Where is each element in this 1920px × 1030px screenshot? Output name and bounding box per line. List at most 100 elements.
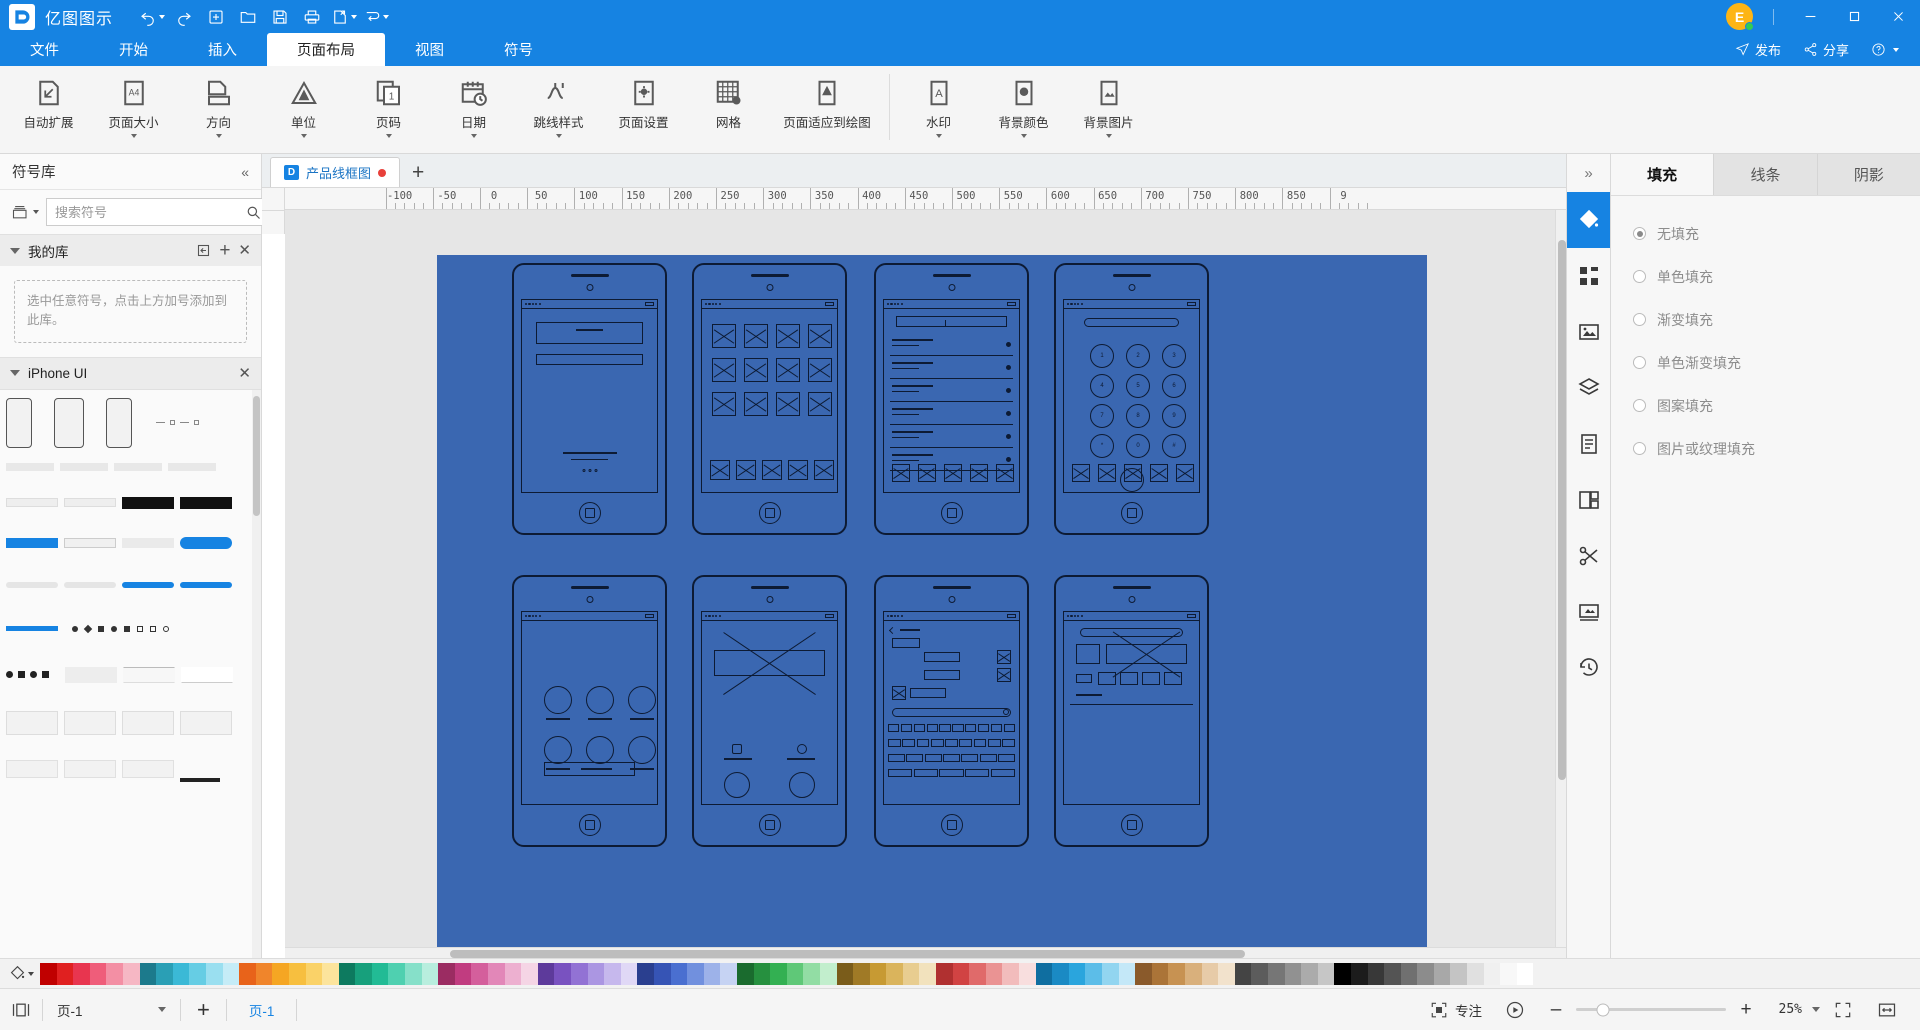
color-swatch[interactable] bbox=[687, 962, 704, 985]
color-swatch[interactable] bbox=[255, 962, 273, 985]
page-tab-active[interactable]: 页-1 bbox=[227, 1000, 297, 1020]
save-button[interactable] bbox=[265, 4, 295, 30]
tabbar-icon[interactable] bbox=[1124, 464, 1142, 482]
search-input[interactable] bbox=[47, 204, 239, 220]
color-swatch[interactable] bbox=[571, 962, 588, 985]
color-swatch[interactable] bbox=[1467, 962, 1484, 985]
keyboard-key[interactable] bbox=[930, 739, 944, 747]
symbol-segment-2[interactable] bbox=[64, 537, 116, 548]
color-swatch[interactable] bbox=[770, 962, 787, 985]
keyboard-key[interactable] bbox=[888, 724, 900, 732]
image-tool[interactable] bbox=[1567, 304, 1611, 360]
color-swatch[interactable] bbox=[1184, 962, 1202, 985]
customize-button[interactable] bbox=[361, 4, 391, 30]
tab-fill[interactable]: 填充 bbox=[1611, 154, 1715, 195]
ribbon-orientation[interactable]: 方向 bbox=[176, 66, 261, 150]
export-button[interactable] bbox=[329, 4, 359, 30]
color-swatch[interactable] bbox=[670, 962, 688, 985]
send-icon[interactable] bbox=[1003, 709, 1009, 715]
help-button[interactable] bbox=[1862, 38, 1908, 61]
color-swatch[interactable] bbox=[587, 962, 605, 985]
menu-item-page-layout[interactable]: 页面布局 bbox=[267, 33, 385, 66]
color-swatch[interactable] bbox=[869, 962, 887, 985]
keyboard-key[interactable] bbox=[902, 739, 915, 747]
keyboard-key[interactable] bbox=[965, 724, 977, 732]
symbol-keyboard[interactable] bbox=[6, 759, 58, 778]
maximize-button[interactable] bbox=[1832, 0, 1876, 33]
gallery-tag[interactable] bbox=[1076, 674, 1092, 683]
symbol-slider-filled[interactable] bbox=[122, 581, 174, 588]
color-swatch[interactable] bbox=[488, 962, 505, 985]
keyboard-key[interactable] bbox=[965, 769, 990, 777]
grid-image-placeholder[interactable] bbox=[712, 392, 736, 416]
color-swatch[interactable] bbox=[620, 962, 638, 985]
chat-bubble-in-2[interactable] bbox=[910, 688, 946, 698]
color-swatch[interactable] bbox=[1135, 962, 1152, 985]
keyboard-key[interactable] bbox=[939, 769, 964, 777]
ribbon-watermark[interactable]: A 水印 bbox=[896, 66, 981, 150]
add-tab-button[interactable]: + bbox=[400, 159, 436, 187]
dial-key-3[interactable]: 3 bbox=[1162, 344, 1186, 368]
color-swatch[interactable] bbox=[720, 962, 737, 985]
chat-bubble-out[interactable] bbox=[924, 652, 960, 662]
collapse-left-icon[interactable]: « bbox=[241, 164, 249, 180]
zoom-out-button[interactable]: – bbox=[1546, 1000, 1566, 1019]
color-swatch[interactable] bbox=[471, 962, 489, 985]
color-swatch[interactable] bbox=[122, 962, 140, 985]
color-swatch[interactable] bbox=[554, 962, 571, 985]
color-swatch[interactable] bbox=[952, 962, 970, 985]
library-section-iphone-ui[interactable]: iPhone UI ✕ bbox=[0, 356, 261, 389]
color-swatch[interactable] bbox=[1085, 962, 1102, 985]
keyboard-key[interactable] bbox=[988, 739, 1001, 747]
keyboard-key[interactable] bbox=[952, 724, 964, 732]
symbol-form-rows[interactable] bbox=[181, 666, 233, 683]
keyboard-key[interactable] bbox=[998, 754, 1016, 762]
document-tab[interactable]: D 产品线框图 bbox=[270, 157, 401, 187]
chevron-down-icon[interactable] bbox=[1812, 1007, 1820, 1012]
symbol-keyboard-3[interactable] bbox=[122, 759, 174, 778]
symbol-bar-dark[interactable] bbox=[180, 777, 220, 782]
symbol-dot-row[interactable] bbox=[6, 671, 49, 679]
color-swatch[interactable] bbox=[322, 962, 339, 985]
color-swatch[interactable] bbox=[504, 962, 522, 985]
menu-item-symbol[interactable]: 符号 bbox=[474, 33, 563, 66]
color-swatch[interactable] bbox=[421, 962, 439, 985]
call-control-facetime-icon[interactable] bbox=[586, 736, 614, 764]
ribbon-page-setup[interactable]: 页面设置 bbox=[601, 66, 686, 150]
ribbon-fit-page-to-drawing[interactable]: 页面适应到绘图 bbox=[771, 66, 883, 150]
menu-item-home[interactable]: 开始 bbox=[89, 33, 178, 66]
symbol-table-small-3[interactable] bbox=[122, 710, 174, 735]
keyboard-key[interactable] bbox=[913, 724, 925, 732]
grid-image-placeholder[interactable] bbox=[808, 358, 832, 382]
scrollbar-thumb[interactable] bbox=[253, 395, 260, 516]
color-swatch[interactable] bbox=[1516, 962, 1534, 985]
text-tool[interactable] bbox=[1567, 416, 1611, 472]
grid-image-placeholder[interactable] bbox=[776, 358, 800, 382]
color-swatch[interactable] bbox=[1002, 962, 1020, 985]
radio-button[interactable] bbox=[1633, 399, 1646, 412]
dial-key-7[interactable]: 7 bbox=[1090, 404, 1114, 428]
color-swatch[interactable] bbox=[1151, 962, 1169, 985]
chevron-down-icon[interactable] bbox=[10, 370, 20, 377]
symbol-tab-bar-2[interactable] bbox=[60, 462, 108, 471]
tabbar-icon[interactable] bbox=[736, 460, 756, 480]
color-swatch[interactable] bbox=[371, 962, 389, 985]
import-icon[interactable] bbox=[196, 243, 211, 258]
symbol-list-cell[interactable] bbox=[65, 666, 117, 683]
expand-panel-button[interactable]: » bbox=[1567, 154, 1611, 192]
gallery-chip[interactable] bbox=[1164, 672, 1182, 685]
color-swatch[interactable] bbox=[819, 962, 837, 985]
tab-shadow[interactable]: 阴影 bbox=[1817, 154, 1920, 195]
keyboard-key[interactable] bbox=[959, 739, 973, 747]
gallery-chip[interactable] bbox=[1098, 672, 1116, 685]
ribbon-jumpline-style[interactable]: 跳线样式 bbox=[516, 66, 601, 150]
symbol-scrollbar[interactable] bbox=[252, 389, 261, 958]
ribbon-background-image[interactable]: 背景图片 bbox=[1066, 66, 1151, 150]
symbol-table-small[interactable] bbox=[6, 710, 58, 735]
radio-button[interactable] bbox=[1633, 356, 1646, 369]
wireframe-phone-login[interactable] bbox=[512, 263, 667, 535]
wireframe-phone-grid[interactable] bbox=[692, 263, 847, 535]
layers-tool[interactable] bbox=[1567, 360, 1611, 416]
dial-key-4[interactable]: 4 bbox=[1090, 374, 1114, 398]
keyboard-key[interactable] bbox=[945, 739, 958, 747]
